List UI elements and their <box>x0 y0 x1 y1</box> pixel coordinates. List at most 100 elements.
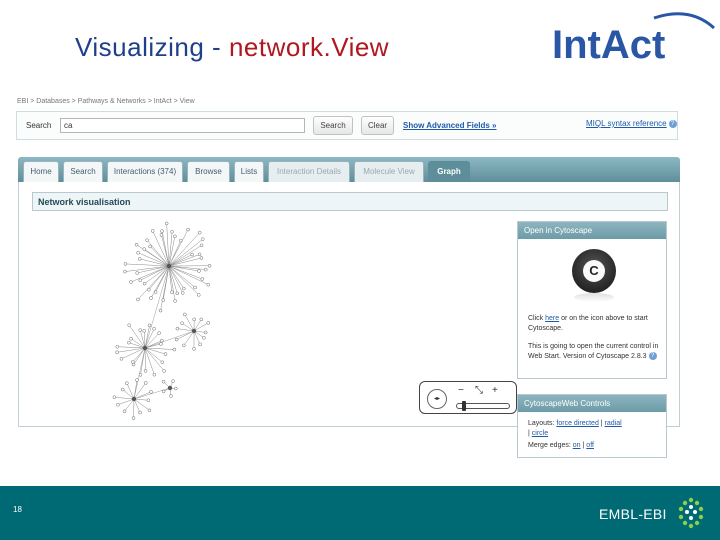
network-node[interactable] <box>207 264 212 268</box>
network-node[interactable] <box>142 329 146 333</box>
help-icon[interactable]: ? <box>648 352 657 361</box>
network-node[interactable] <box>136 297 140 302</box>
network-node[interactable] <box>134 242 139 247</box>
network-node[interactable] <box>202 336 206 340</box>
network-node[interactable] <box>152 326 156 331</box>
network-node[interactable] <box>192 317 196 322</box>
network-node[interactable] <box>147 408 152 413</box>
tab-browse[interactable]: Browse <box>187 161 230 182</box>
network-node[interactable] <box>203 330 208 335</box>
tab-lists[interactable]: Lists <box>234 161 264 182</box>
network-node[interactable] <box>135 271 139 275</box>
network-node[interactable] <box>186 227 190 232</box>
network-node[interactable] <box>173 299 177 303</box>
network-node[interactable] <box>172 347 177 352</box>
network-graph[interactable] <box>36 216 301 426</box>
network-node[interactable] <box>175 326 180 331</box>
network-node[interactable] <box>199 256 204 260</box>
network-node[interactable] <box>162 369 166 373</box>
network-node[interactable] <box>142 281 147 286</box>
network-node[interactable] <box>127 323 131 327</box>
network-node[interactable] <box>144 381 148 385</box>
network-node[interactable] <box>197 230 202 235</box>
network-node[interactable] <box>158 308 163 313</box>
network-node[interactable] <box>149 296 153 300</box>
network-node[interactable] <box>122 409 127 414</box>
zoom-out-icon[interactable]: − <box>458 386 464 396</box>
layout-circle-link[interactable]: circle <box>532 430 548 437</box>
network-node[interactable] <box>199 317 204 322</box>
network-node[interactable] <box>138 373 143 377</box>
network-hub-node[interactable] <box>167 385 173 391</box>
merge-edges-on-link[interactable]: on <box>573 442 581 449</box>
merge-edges-off-link[interactable]: off <box>586 442 594 449</box>
tab-home[interactable]: Home <box>23 161 59 182</box>
network-node[interactable] <box>206 321 211 325</box>
network-node[interactable] <box>138 278 142 283</box>
network-node[interactable] <box>150 229 155 233</box>
network-node[interactable] <box>170 290 174 294</box>
zoom-in-icon[interactable]: + <box>492 386 498 396</box>
zoom-slider[interactable] <box>456 401 510 411</box>
network-node[interactable] <box>199 243 204 248</box>
network-node[interactable] <box>131 416 136 420</box>
network-node[interactable] <box>190 252 194 257</box>
network-node[interactable] <box>129 280 133 284</box>
network-node[interactable] <box>145 238 149 242</box>
network-hub-node[interactable] <box>131 396 137 402</box>
network-node[interactable] <box>120 387 125 392</box>
network-hub-node[interactable] <box>142 345 148 351</box>
network-node[interactable] <box>131 360 135 364</box>
network-node[interactable] <box>149 390 153 394</box>
zoom-slider-handle[interactable] <box>462 401 466 411</box>
network-node[interactable] <box>198 342 202 347</box>
network-node[interactable] <box>115 344 120 349</box>
network-node[interactable] <box>116 402 120 407</box>
tab-molecule-view[interactable]: Molecule View <box>354 161 424 182</box>
network-node[interactable] <box>169 394 173 398</box>
network-node[interactable] <box>161 389 166 394</box>
network-node[interactable] <box>129 336 133 341</box>
network-node[interactable] <box>119 357 124 361</box>
network-node[interactable] <box>115 350 119 355</box>
cytoscape-here-link[interactable]: here <box>545 315 559 322</box>
network-node[interactable] <box>197 252 202 257</box>
network-node[interactable] <box>203 267 208 272</box>
network-node[interactable] <box>173 234 177 239</box>
network-node[interactable] <box>138 410 142 415</box>
pan-control-icon[interactable]: ◂▸ <box>427 389 447 409</box>
network-node[interactable] <box>137 257 142 261</box>
tab-graph[interactable]: Graph <box>428 161 470 182</box>
miql-syntax-link[interactable]: MIQL syntax reference <box>586 119 667 128</box>
network-node[interactable] <box>174 337 179 342</box>
network-node[interactable] <box>123 262 128 266</box>
network-node[interactable] <box>170 229 174 234</box>
network-node[interactable] <box>196 293 201 297</box>
network-node[interactable] <box>183 312 187 317</box>
network-node[interactable] <box>200 277 205 281</box>
network-node[interactable] <box>159 342 163 346</box>
fit-to-screen-icon[interactable]: ⤡ <box>475 386 483 396</box>
network-node[interactable] <box>142 247 147 251</box>
network-node[interactable] <box>174 386 178 391</box>
network-node[interactable] <box>157 331 161 335</box>
network-node[interactable] <box>127 340 131 345</box>
network-node[interactable] <box>182 286 186 291</box>
network-node[interactable] <box>160 360 165 365</box>
network-node[interactable] <box>192 347 196 351</box>
cytoscape-icon[interactable]: C <box>572 249 616 293</box>
network-node[interactable] <box>193 285 197 290</box>
network-node[interactable] <box>197 269 201 273</box>
network-node[interactable] <box>135 378 139 382</box>
network-node[interactable] <box>201 237 205 241</box>
network-node[interactable] <box>143 369 148 373</box>
network-node[interactable] <box>136 250 140 255</box>
network-node[interactable] <box>160 338 164 343</box>
network-node[interactable] <box>164 221 169 226</box>
network-node[interactable] <box>163 352 168 356</box>
network-node[interactable] <box>161 298 166 302</box>
network-node[interactable] <box>146 398 151 403</box>
tab-search[interactable]: Search <box>63 161 103 182</box>
network-node[interactable] <box>160 229 164 233</box>
network-node[interactable] <box>152 372 157 377</box>
